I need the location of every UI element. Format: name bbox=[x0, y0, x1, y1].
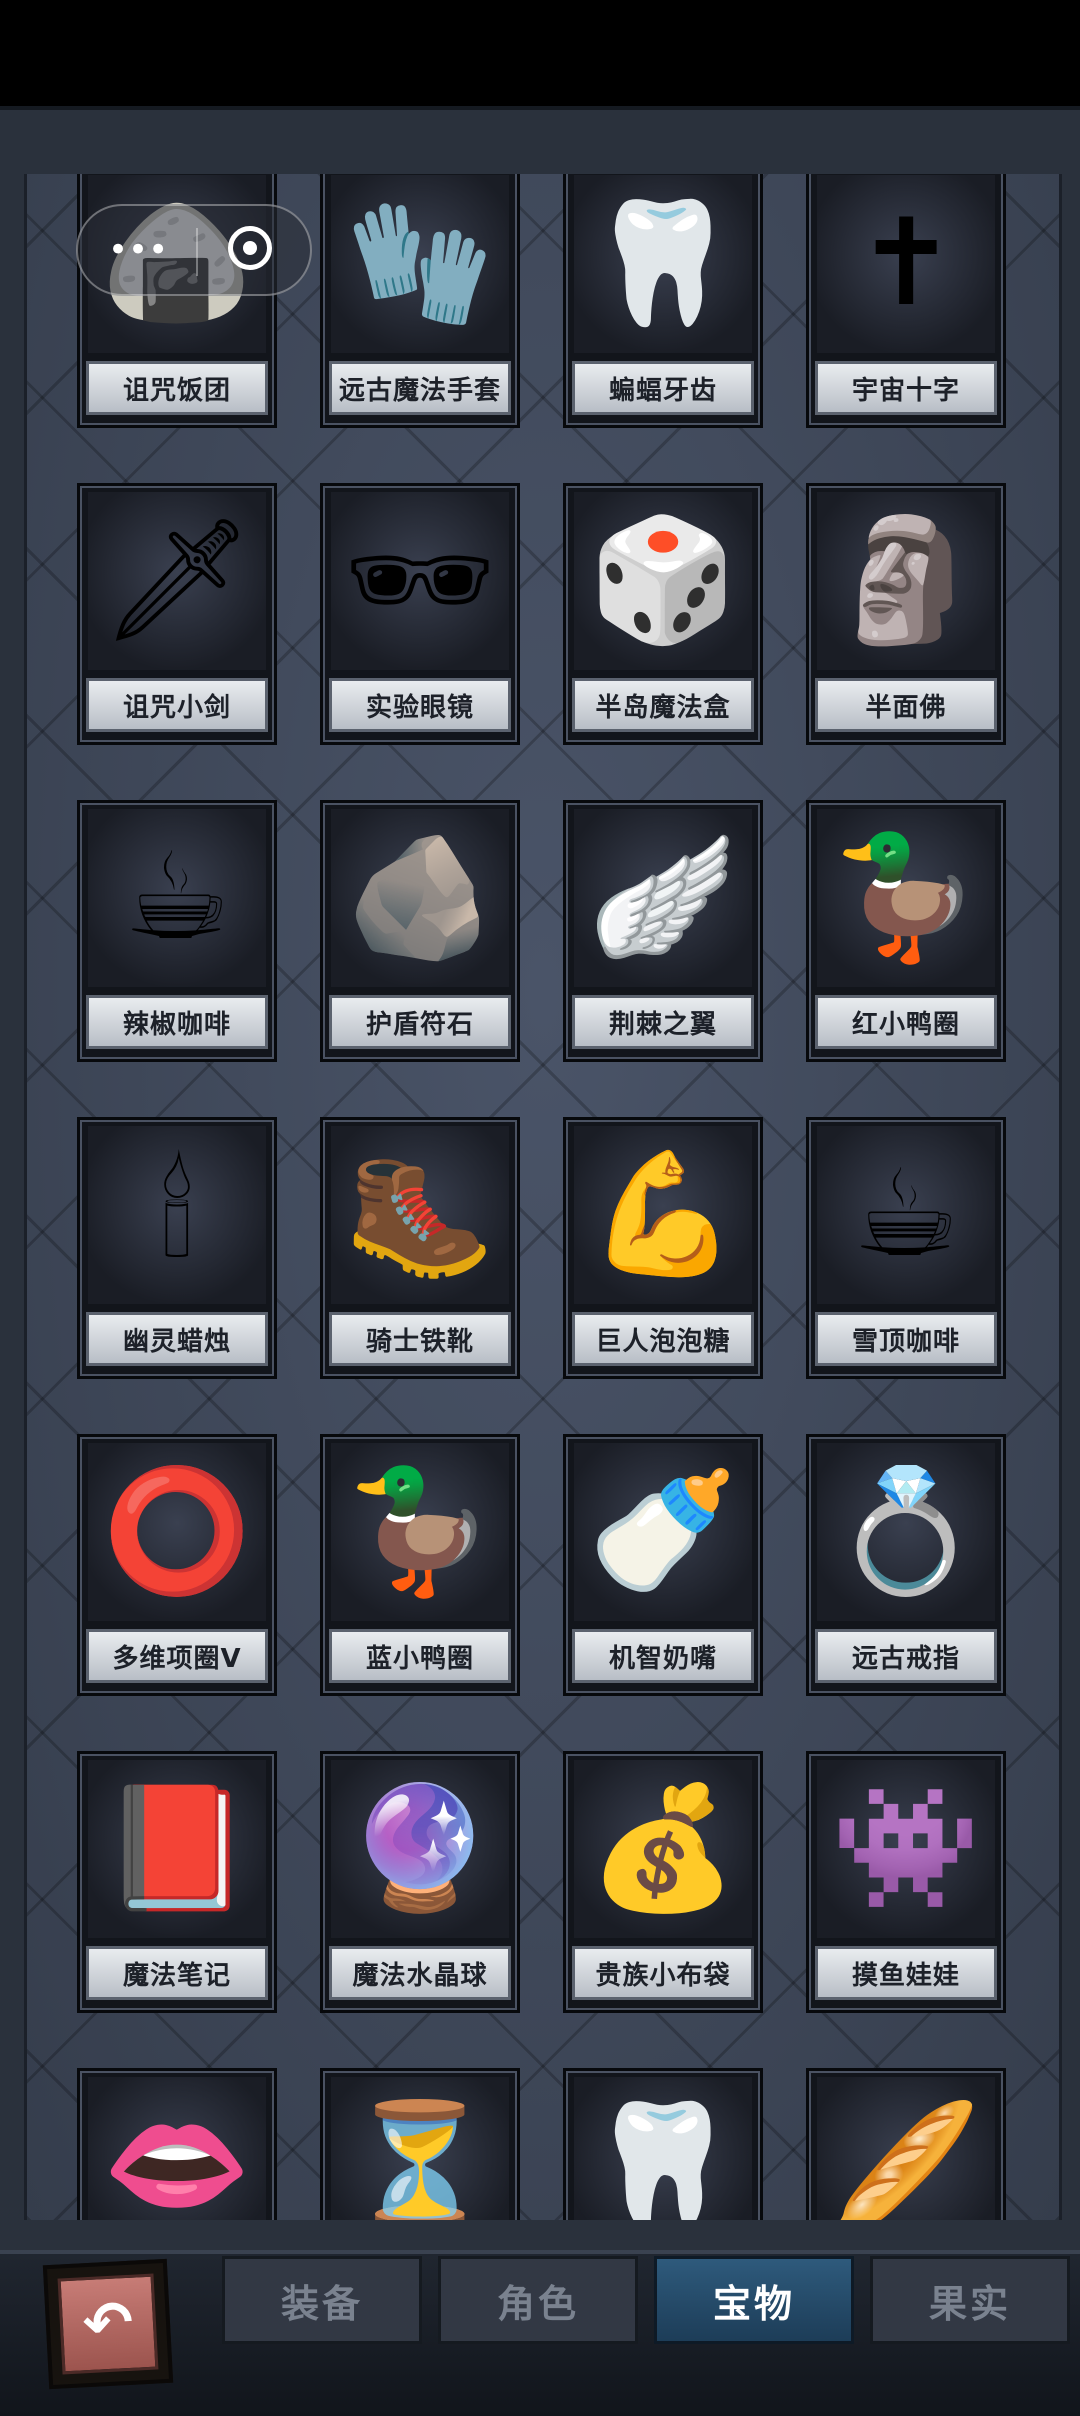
treasure-icon: 🪽 bbox=[574, 809, 752, 987]
treasure-name: 魔法笔记 bbox=[86, 1946, 268, 2000]
treasure-name: 半面佛 bbox=[815, 678, 997, 732]
treasure-card[interactable]: 🦆 红小鸭圈 bbox=[806, 800, 1006, 1062]
treasure-name: 巨人泡泡糖 bbox=[572, 1312, 754, 1366]
treasure-card[interactable]: 🦷 蝙蝠牙齿 bbox=[563, 174, 763, 428]
miniprogram-capsule[interactable]: ••• bbox=[76, 204, 312, 296]
treasure-name: 实验眼镜 bbox=[329, 678, 511, 732]
treasure-frame: 🍙诅咒饭团🧤远古魔法手套🦷蝙蝠牙齿✝宇宙十字🗡诅咒小剑🕶实验眼镜🎲半岛魔法盒🗿半… bbox=[0, 106, 1080, 2250]
treasure-name: 诅咒小剑 bbox=[86, 678, 268, 732]
treasure-icon: 🕯 bbox=[88, 1126, 266, 1304]
treasure-icon: 🦷 bbox=[574, 2077, 752, 2220]
capsule-divider bbox=[196, 228, 198, 276]
treasure-name: 骑士铁靴 bbox=[329, 1312, 511, 1366]
treasure-name: 摸鱼娃娃 bbox=[815, 1946, 997, 2000]
treasure-icon: 🦆 bbox=[817, 809, 995, 987]
back-arrow-icon: ↶ bbox=[57, 2273, 159, 2375]
treasure-name: 宇宙十字 bbox=[815, 361, 997, 415]
treasure-icon: ✝ bbox=[817, 175, 995, 353]
tab-label: 装备 bbox=[280, 2281, 363, 2326]
treasure-icon: 🥖 bbox=[817, 2077, 995, 2220]
treasure-name: 蓝小鸭圈 bbox=[329, 1629, 511, 1683]
treasure-name: 护盾符石 bbox=[329, 995, 511, 1049]
treasure-card[interactable]: 🪽 荆棘之翼 bbox=[563, 800, 763, 1062]
treasure-card[interactable]: 🧤 远古魔法手套 bbox=[320, 174, 520, 428]
treasure-icon: ⭕ bbox=[88, 1443, 266, 1621]
treasure-icon: 🧤 bbox=[331, 175, 509, 353]
treasure-icon: 📕 bbox=[88, 1760, 266, 1938]
treasure-icon: 👄 bbox=[88, 2077, 266, 2220]
treasure-card[interactable]: 💪 巨人泡泡糖 bbox=[563, 1117, 763, 1379]
treasure-card[interactable]: 👾 摸鱼娃娃 bbox=[806, 1751, 1006, 2013]
treasure-card[interactable]: 🕯 幽灵蜡烛 bbox=[77, 1117, 277, 1379]
treasure-card[interactable]: 🔮 魔法水晶球 bbox=[320, 1751, 520, 2013]
treasure-card[interactable]: 🗡 诅咒小剑 bbox=[77, 483, 277, 745]
treasure-name: 辣椒咖啡 bbox=[86, 995, 268, 1049]
treasure-name: 红小鸭圈 bbox=[815, 995, 997, 1049]
treasure-icon: 🦷 bbox=[574, 175, 752, 353]
treasure-icon: 🪨 bbox=[331, 809, 509, 987]
treasure-card[interactable]: 🗿 半面佛 bbox=[806, 483, 1006, 745]
tab-label: 角色 bbox=[496, 2281, 579, 2326]
tab-treasure[interactable]: 宝物 bbox=[654, 2256, 854, 2344]
treasure-card[interactable]: ✝ 宇宙十字 bbox=[806, 174, 1006, 428]
treasure-icon: ☕ bbox=[88, 809, 266, 987]
treasure-card[interactable]: 🍼 机智奶嘴 bbox=[563, 1434, 763, 1696]
close-miniprogram-icon[interactable] bbox=[228, 226, 272, 270]
treasure-name: 远古戒指 bbox=[815, 1629, 997, 1683]
treasure-card[interactable]: 👄 bbox=[77, 2068, 277, 2220]
back-button[interactable]: ↶ bbox=[42, 2258, 174, 2390]
treasure-name: 半岛魔法盒 bbox=[572, 678, 754, 732]
treasure-card[interactable]: ☕ 辣椒咖啡 bbox=[77, 800, 277, 1062]
treasure-card[interactable]: 💰 贵族小布袋 bbox=[563, 1751, 763, 2013]
tab-label: 果实 bbox=[928, 2281, 1011, 2326]
treasure-icon: 🦆 bbox=[331, 1443, 509, 1621]
treasure-card[interactable]: ⏳ bbox=[320, 2068, 520, 2220]
treasure-icon: 🔮 bbox=[331, 1760, 509, 1938]
treasure-name: 幽灵蜡烛 bbox=[86, 1312, 268, 1366]
tab-equipment[interactable]: 装备 bbox=[222, 2256, 422, 2344]
treasure-icon: 🗿 bbox=[817, 492, 995, 670]
treasure-card[interactable]: 🦷 bbox=[563, 2068, 763, 2220]
treasure-card[interactable]: 🪨 护盾符石 bbox=[320, 800, 520, 1062]
treasure-name: 蝙蝠牙齿 bbox=[572, 361, 754, 415]
treasure-icon: 👾 bbox=[817, 1760, 995, 1938]
treasure-card[interactable]: ⭕ 多维项圈V bbox=[77, 1434, 277, 1696]
treasure-card[interactable]: 🥖 bbox=[806, 2068, 1006, 2220]
treasure-name: 魔法水晶球 bbox=[329, 1946, 511, 2000]
treasure-name: 贵族小布袋 bbox=[572, 1946, 754, 2000]
treasure-name: 远古魔法手套 bbox=[329, 361, 511, 415]
treasure-name: 荆棘之翼 bbox=[572, 995, 754, 1049]
treasure-icon: 🗡 bbox=[88, 492, 266, 670]
more-icon[interactable]: ••• bbox=[108, 230, 188, 270]
tab-character[interactable]: 角色 bbox=[438, 2256, 638, 2344]
treasure-icon: 💰 bbox=[574, 1760, 752, 1938]
treasure-icon: 💍 bbox=[817, 1443, 995, 1621]
treasure-card[interactable]: 🥾 骑士铁靴 bbox=[320, 1117, 520, 1379]
treasure-icon: ☕ bbox=[817, 1126, 995, 1304]
treasure-icon: 💪 bbox=[574, 1126, 752, 1304]
status-bar bbox=[0, 0, 1080, 106]
treasure-name: 机智奶嘴 bbox=[572, 1629, 754, 1683]
treasure-icon: ⏳ bbox=[331, 2077, 509, 2220]
treasure-icon: 🥾 bbox=[331, 1126, 509, 1304]
treasure-card[interactable]: 🎲 半岛魔法盒 bbox=[563, 483, 763, 745]
treasure-card[interactable]: 📕 魔法笔记 bbox=[77, 1751, 277, 2013]
treasure-name: 诅咒饭团 bbox=[86, 361, 268, 415]
treasure-name: 多维项圈V bbox=[86, 1629, 268, 1683]
tab-label: 宝物 bbox=[712, 2281, 795, 2326]
treasure-icon: 🍼 bbox=[574, 1443, 752, 1621]
treasure-grid[interactable]: 🍙诅咒饭团🧤远古魔法手套🦷蝙蝠牙齿✝宇宙十字🗡诅咒小剑🕶实验眼镜🎲半岛魔法盒🗿半… bbox=[24, 174, 1062, 2220]
treasure-card[interactable]: 💍 远古戒指 bbox=[806, 1434, 1006, 1696]
treasure-card[interactable]: 🕶 实验眼镜 bbox=[320, 483, 520, 745]
tab-fruit[interactable]: 果实 bbox=[870, 2256, 1070, 2344]
treasure-card[interactable]: 🦆 蓝小鸭圈 bbox=[320, 1434, 520, 1696]
treasure-card[interactable]: ☕ 雪顶咖啡 bbox=[806, 1117, 1006, 1379]
treasure-icon: 🎲 bbox=[574, 492, 752, 670]
treasure-icon: 🕶 bbox=[331, 492, 509, 670]
treasure-name: 雪顶咖啡 bbox=[815, 1312, 997, 1366]
